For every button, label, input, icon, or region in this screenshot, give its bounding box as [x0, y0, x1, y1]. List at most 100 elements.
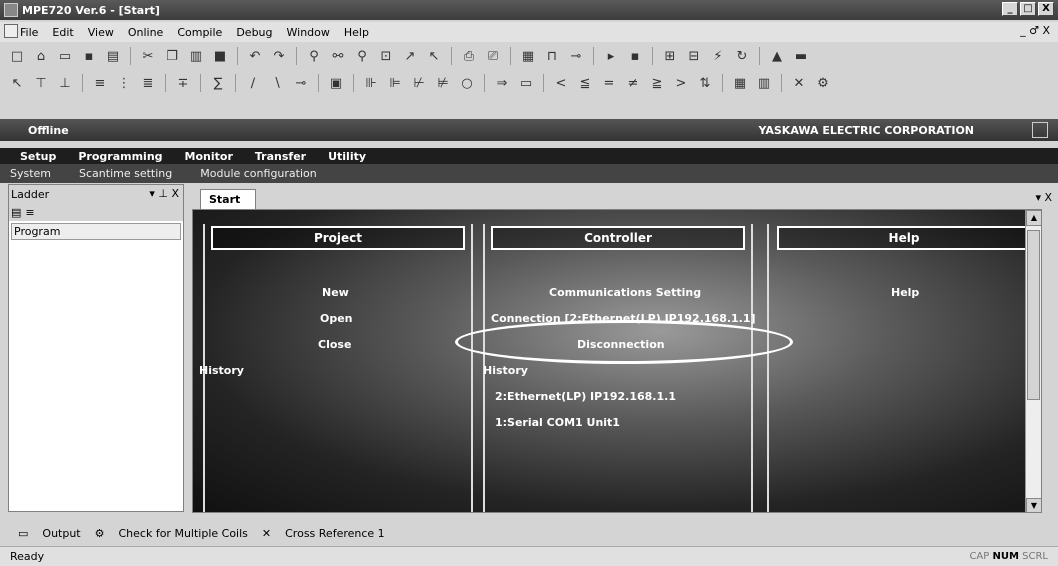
menu-help[interactable]: Help: [344, 26, 369, 39]
tab-check-multiple-coils[interactable]: Check for Multiple Coils: [119, 527, 248, 540]
block-icon[interactable]: ▣: [327, 74, 345, 92]
greater-than-icon[interactable]: >: [672, 74, 690, 92]
nc-contact-icon[interactable]: ⊪: [362, 74, 380, 92]
print-setup-icon[interactable]: ▤: [104, 47, 122, 65]
line-icon[interactable]: ∕: [244, 74, 262, 92]
view-icon[interactable]: ▤: [11, 206, 21, 219]
replace-icon[interactable]: ⚯: [329, 47, 347, 65]
copy-icon[interactable]: ❐: [163, 47, 181, 65]
tab-output[interactable]: Output: [42, 527, 80, 540]
transfer-icon[interactable]: ⊞: [661, 47, 679, 65]
menu-debug[interactable]: Debug: [236, 26, 272, 39]
close-project-icon[interactable]: ▭: [56, 47, 74, 65]
history-item-ethernet[interactable]: 2:Ethernet(LP) IP192.168.1.1: [495, 390, 676, 403]
flash-icon[interactable]: ⚡: [709, 47, 727, 65]
menu-view[interactable]: View: [88, 26, 114, 39]
coil-icon[interactable]: ○: [458, 74, 476, 92]
insert-col-icon[interactable]: ⋮: [115, 74, 133, 92]
subtab-system[interactable]: System: [10, 167, 51, 180]
scroll-down-icon[interactable]: ▼: [1026, 498, 1041, 512]
history-item-serial[interactable]: 1:Serial COM1 Unit1: [495, 416, 620, 429]
vertical-scrollbar[interactable]: ▲ ▼: [1025, 210, 1041, 512]
menu-file[interactable]: File: [20, 26, 38, 39]
project-new-link[interactable]: New: [322, 286, 349, 299]
menu-window[interactable]: Window: [287, 26, 330, 39]
tab-setup[interactable]: Setup: [20, 150, 56, 163]
refresh-icon[interactable]: ↻: [733, 47, 751, 65]
line3-icon[interactable]: ⊸: [292, 74, 310, 92]
search-icon[interactable]: ⚲: [353, 47, 371, 65]
menu-edit[interactable]: Edit: [52, 26, 73, 39]
scroll-up-icon[interactable]: ▲: [1026, 210, 1041, 226]
tab-monitor[interactable]: Monitor: [185, 150, 233, 163]
project-close-link[interactable]: Close: [318, 338, 351, 351]
tab-utility[interactable]: Utility: [328, 150, 366, 163]
zoom-icon[interactable]: ⊡: [377, 47, 395, 65]
help-link[interactable]: Help: [891, 286, 919, 299]
tab-programming[interactable]: Programming: [78, 150, 162, 163]
ladder-controls[interactable]: ▾ ⊥ X: [149, 187, 179, 200]
module-icon[interactable]: ▦: [519, 47, 537, 65]
tab-cross-reference[interactable]: Cross Reference 1: [285, 527, 385, 540]
online-icon[interactable]: ⊓: [543, 47, 561, 65]
save-icon[interactable]: ▪: [80, 47, 98, 65]
new-icon[interactable]: □: [8, 47, 26, 65]
rise-icon[interactable]: ⊬: [410, 74, 428, 92]
cut-icon[interactable]: ✂: [139, 47, 157, 65]
redo-icon[interactable]: ↷: [270, 47, 288, 65]
less-equal-icon[interactable]: ≦: [576, 74, 594, 92]
insert-row-icon[interactable]: ≡: [91, 74, 109, 92]
equal-icon[interactable]: =: [600, 74, 618, 92]
greater-equal-icon[interactable]: ≧: [648, 74, 666, 92]
print-icon[interactable]: ⎙: [460, 47, 478, 65]
paste-icon[interactable]: ▥: [187, 47, 205, 65]
connect-icon[interactable]: ⊸: [567, 47, 585, 65]
project-open-link[interactable]: Open: [320, 312, 353, 325]
grid-icon[interactable]: [1032, 122, 1048, 138]
save-flash-icon[interactable]: ▬: [792, 47, 810, 65]
not-equal-icon[interactable]: ≠: [624, 74, 642, 92]
x-icon[interactable]: ✕: [790, 74, 808, 92]
line2-icon[interactable]: ∖: [268, 74, 286, 92]
subtab-scantime-setting[interactable]: Scantime setting: [79, 167, 172, 180]
contact-icon[interactable]: ⊤: [32, 74, 50, 92]
gear-icon[interactable]: ⚙: [814, 74, 832, 92]
stop-icon[interactable]: ▪: [626, 47, 644, 65]
table2-icon[interactable]: ▥: [755, 74, 773, 92]
cursor-icon[interactable]: ↖: [8, 74, 26, 92]
print-preview-icon[interactable]: ⎚: [484, 47, 502, 65]
run-icon[interactable]: ▸: [602, 47, 620, 65]
nc-contact2-icon[interactable]: ⊫: [386, 74, 404, 92]
store-icon[interactable]: ⇒: [493, 74, 511, 92]
subtab-module-configuration[interactable]: Module configuration: [200, 167, 316, 180]
undo-icon[interactable]: ↶: [246, 47, 264, 65]
tab-transfer[interactable]: Transfer: [255, 150, 306, 163]
branch-icon[interactable]: ⊥: [56, 74, 74, 92]
communications-setting-link[interactable]: Communications Setting: [549, 286, 701, 299]
mdi-controls[interactable]: _ ♂ X: [1020, 24, 1050, 37]
list-icon[interactable]: ≡: [25, 206, 34, 219]
minimize-button[interactable]: _: [1002, 2, 1018, 16]
start-controls[interactable]: ▾ X: [1035, 191, 1052, 204]
close-button[interactable]: X: [1038, 2, 1054, 16]
transfer-all-icon[interactable]: ⊟: [685, 47, 703, 65]
function-icon[interactable]: ∓: [174, 74, 192, 92]
find-icon[interactable]: ⚲: [305, 47, 323, 65]
jump-back-icon[interactable]: ↖: [425, 47, 443, 65]
open-icon[interactable]: ⌂: [32, 47, 50, 65]
menu-online[interactable]: Online: [128, 26, 163, 39]
range-check-icon[interactable]: ⇅: [696, 74, 714, 92]
menu-compile[interactable]: Compile: [177, 26, 222, 39]
less-than-icon[interactable]: <: [552, 74, 570, 92]
format-icon[interactable]: ■: [211, 47, 229, 65]
jump-icon[interactable]: ↗: [401, 47, 419, 65]
maximize-button[interactable]: □: [1020, 2, 1036, 16]
tab-start[interactable]: Start: [200, 189, 256, 209]
program-item[interactable]: Program: [11, 223, 181, 240]
expression-box-icon[interactable]: ▭: [517, 74, 535, 92]
lock-icon[interactable]: ▲: [768, 47, 786, 65]
scroll-thumb[interactable]: [1027, 230, 1040, 400]
delete-row-icon[interactable]: ≣: [139, 74, 157, 92]
fall-icon[interactable]: ⊭: [434, 74, 452, 92]
table-icon[interactable]: ▦: [731, 74, 749, 92]
